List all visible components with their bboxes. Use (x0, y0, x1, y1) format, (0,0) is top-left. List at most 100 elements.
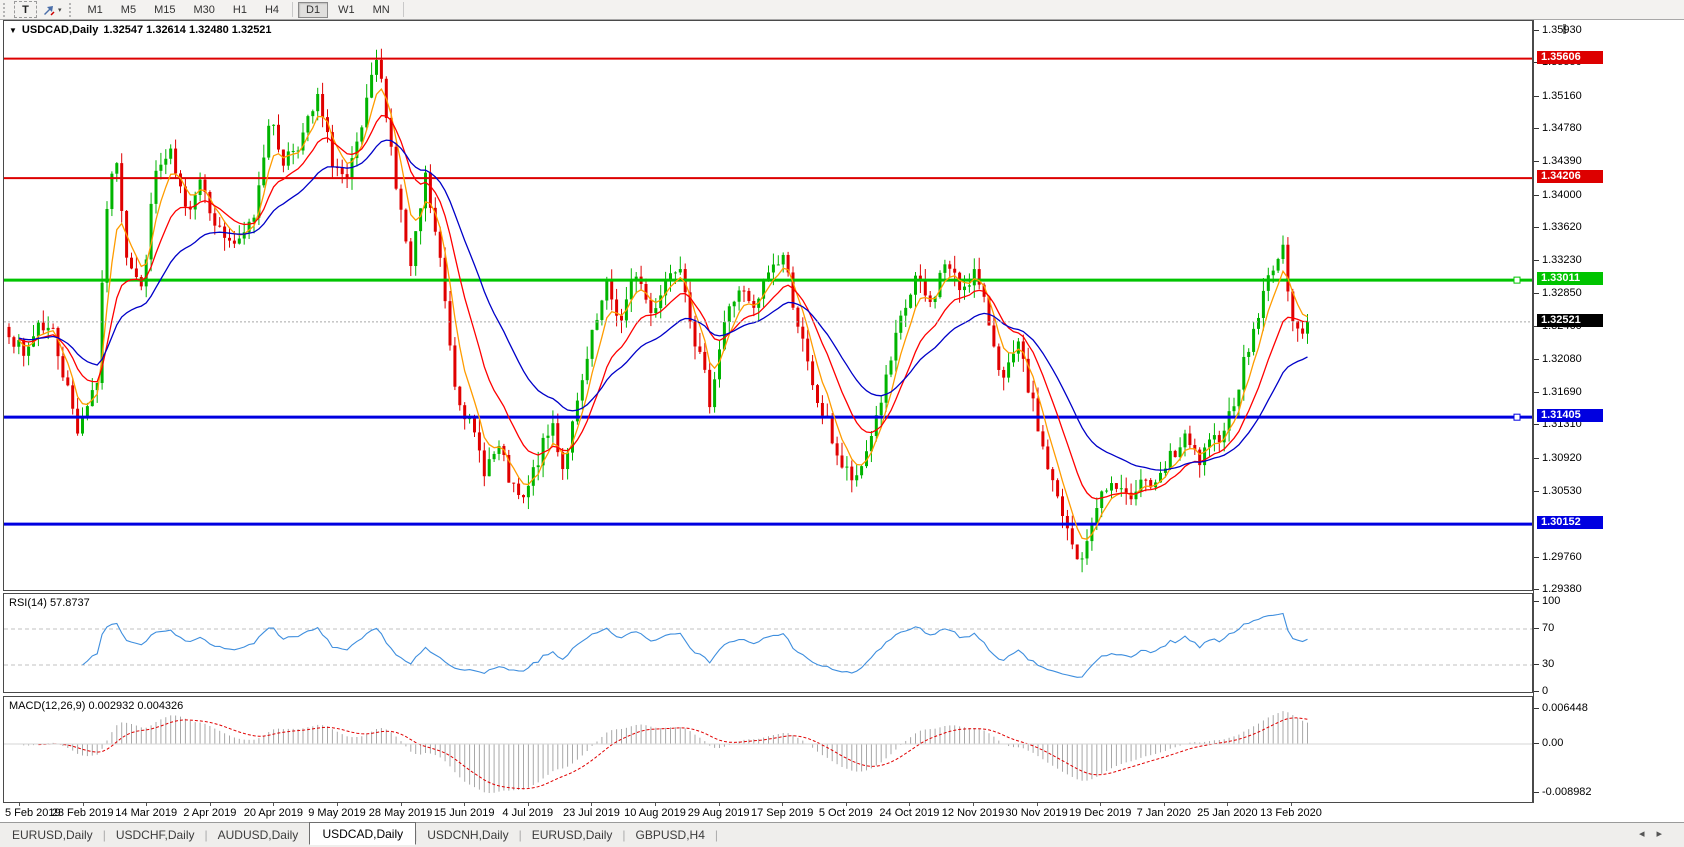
date-tick-label: 12 Nov 2019 (942, 807, 1004, 819)
timeframe-m30[interactable]: M30 (185, 2, 222, 18)
candle-up (600, 301, 603, 320)
candle-up (674, 272, 677, 273)
price-axis-tick: 1.29760 (1542, 551, 1582, 563)
candle-down (1188, 434, 1191, 446)
toolbar-drag-handle[interactable] (3, 3, 10, 17)
timeframe-m15[interactable]: M15 (146, 2, 183, 18)
candle-up (159, 165, 162, 171)
date-tick-label: 15 Jun 2019 (434, 807, 495, 819)
chart-symbol-title: USDCAD,Daily (22, 24, 98, 36)
candle-up (365, 98, 368, 128)
timeframe-m1[interactable]: M1 (80, 2, 111, 18)
tab-scroll-right-icon[interactable]: ▸ (1656, 828, 1674, 840)
timeframe-w1[interactable]: W1 (330, 2, 363, 18)
price-axis[interactable]: 1.359301.355501.351601.347801.343901.340… (1534, 20, 1684, 803)
tab-gbpusd-h4[interactable]: GBPUSD,H4 (624, 825, 717, 845)
tab-usdchf-daily[interactable]: USDCHF,Daily (104, 825, 207, 845)
candle-up (718, 349, 721, 379)
candle-down (213, 213, 216, 225)
candle-up (1306, 322, 1309, 334)
axis-tick-dash (1534, 227, 1539, 228)
collapse-arrow-icon[interactable]: ▼ (9, 26, 17, 35)
candle-down (478, 432, 481, 450)
price-axis-tick: 1.33230 (1542, 254, 1582, 266)
candle-down (1056, 480, 1059, 496)
rsi-label: RSI(14) 57.8737 (9, 597, 90, 609)
candle-up (738, 291, 741, 302)
candle-down (806, 339, 809, 362)
macd-axis-tick: 0.00 (1542, 737, 1563, 749)
candle-down (174, 149, 177, 174)
candle-up (262, 158, 265, 186)
candle-up (194, 195, 197, 209)
candle-up (894, 333, 897, 361)
symbol-tab-bar: EURUSD,Daily|USDCHF,Daily|AUDUSD,Daily|U… (0, 822, 1684, 847)
date-axis[interactable]: 5 Feb 201923 Feb 201914 Mar 20192 Apr 20… (3, 803, 1534, 822)
candle-down (1061, 496, 1064, 516)
candle-down (409, 241, 412, 266)
toolbar-drag-handle-2[interactable] (69, 3, 76, 17)
rsi-indicator-panel[interactable]: RSI(14) 57.8737 (3, 593, 1533, 693)
candle-up (1272, 271, 1275, 276)
candle-down (130, 258, 133, 269)
tab-scroll-arrows[interactable]: ◂▸ (1639, 827, 1674, 840)
timeframe-h1[interactable]: H1 (225, 2, 255, 18)
pointer-style-button[interactable]: ▾ (39, 1, 65, 18)
candle-up (155, 171, 158, 204)
candle-down (997, 346, 1000, 370)
candle-up (973, 269, 976, 285)
axis-tick-dash (1534, 691, 1539, 692)
moving-average-13 (19, 116, 1308, 499)
line-handle[interactable] (1514, 277, 1520, 283)
candle-up (963, 287, 966, 290)
candle-up (169, 149, 172, 159)
candle-down (1002, 370, 1005, 378)
date-tick-label: 4 Jul 2019 (502, 807, 553, 819)
candle-up (267, 126, 270, 158)
level-price-tag: 1.34206 (1537, 170, 1603, 183)
tab-scroll-left-icon[interactable]: ◂ (1639, 828, 1657, 840)
current-price-tag: 1.32521 (1537, 314, 1603, 327)
timeframe-mn[interactable]: MN (365, 2, 398, 18)
candle-up (115, 163, 118, 174)
candle-up (375, 60, 378, 75)
candle-up (581, 380, 584, 400)
main-chart-canvas[interactable] (4, 21, 1532, 590)
candle-down (22, 340, 25, 356)
candle-up (733, 302, 736, 307)
main-chart-panel[interactable]: ▼ USDCAD,Daily 1.32547 1.32614 1.32480 1… (3, 20, 1533, 591)
candle-down (71, 385, 74, 408)
candle-down (1032, 393, 1035, 399)
date-tick-label: 10 Aug 2019 (624, 807, 686, 819)
tab-usdcad-daily[interactable]: USDCAD,Daily (309, 822, 416, 845)
date-tick-label: 7 Jan 2020 (1137, 807, 1191, 819)
rsi-canvas[interactable] (4, 594, 1532, 692)
candle-up (1277, 259, 1280, 271)
candle-down (694, 322, 697, 347)
tab-usdcnh-daily[interactable]: USDCNH,Daily (415, 825, 520, 845)
candle-up (1257, 318, 1260, 329)
candle-up (547, 436, 550, 438)
date-tickmark (83, 803, 84, 806)
candle-up (199, 180, 202, 195)
line-handle[interactable] (1514, 414, 1520, 420)
price-axis-tick: 1.31690 (1542, 386, 1582, 398)
text-tool-button[interactable]: T (14, 1, 37, 18)
macd-canvas[interactable] (4, 697, 1532, 802)
candle-up (37, 323, 40, 337)
axis-tick-dash (1534, 664, 1539, 665)
tab-eurusd-daily[interactable]: EURUSD,Daily (520, 825, 625, 845)
timeframe-d1[interactable]: D1 (298, 2, 328, 18)
candle-up (1252, 329, 1255, 352)
candle-up (1169, 451, 1172, 469)
timeframe-h4[interactable]: H4 (257, 2, 287, 18)
timeframe-m5[interactable]: M5 (113, 2, 144, 18)
macd-indicator-panel[interactable]: MACD(12,26,9) 0.002932 0.004326 (3, 696, 1533, 803)
date-tick-label: 23 Jul 2019 (563, 807, 620, 819)
price-axis-tick: 1.35930 (1542, 24, 1582, 36)
candle-up (551, 423, 554, 436)
tab-audusd-daily[interactable]: AUDUSD,Daily (206, 825, 311, 845)
date-tickmark (210, 803, 211, 806)
tab-eurusd-daily[interactable]: EURUSD,Daily (0, 825, 105, 845)
axis-tick-dash (1534, 458, 1539, 459)
